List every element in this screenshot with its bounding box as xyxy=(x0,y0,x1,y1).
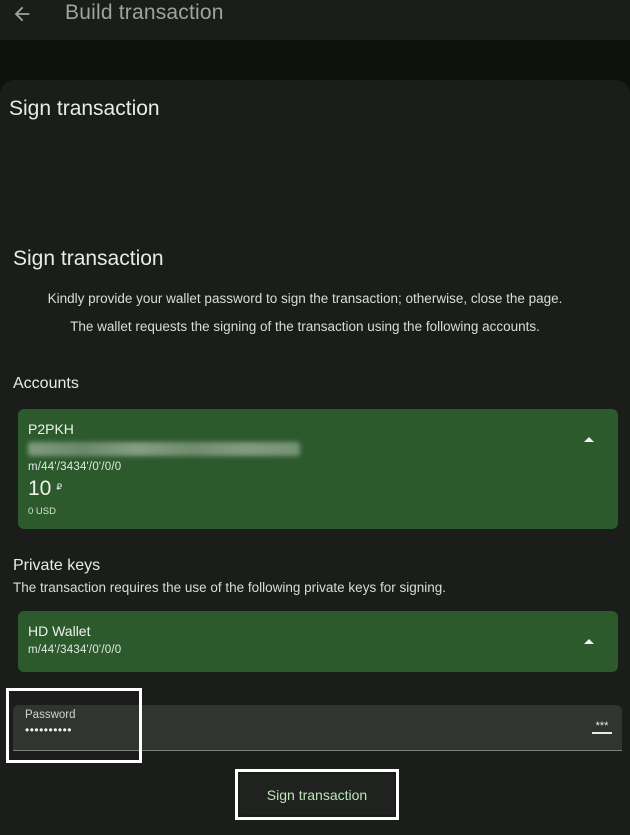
wallet-derivation-path: m/44'/3434'/0'/0/0 xyxy=(28,644,122,656)
sheet-title: Sign transaction xyxy=(9,97,160,120)
private-keys-heading: Private keys xyxy=(13,557,101,574)
wallet-card[interactable]: HD Wallet m/44'/3434'/0'/0/0 xyxy=(18,611,618,672)
account-card[interactable]: P2PKH m/44'/3434'/0'/0/0 10 ₽ 0 USD xyxy=(18,409,618,529)
private-keys-description: The transaction requires the use of the … xyxy=(13,580,446,595)
content-title: Sign transaction xyxy=(13,247,164,270)
reveal-stars: *** xyxy=(595,720,609,732)
back-button[interactable] xyxy=(8,0,36,28)
reveal-underline xyxy=(592,732,612,734)
page-title: Build transaction xyxy=(65,1,224,24)
reveal-password-icon[interactable]: *** xyxy=(590,718,614,738)
amount-value: 10 xyxy=(28,477,52,500)
account-type: P2PKH xyxy=(28,421,74,437)
account-derivation-path: m/44'/3434'/0'/0/0 xyxy=(28,461,122,473)
chevron-up-icon[interactable] xyxy=(582,432,596,446)
top-app-bar: Build transaction xyxy=(0,0,630,40)
password-input[interactable]: •••••••••• xyxy=(25,722,72,738)
wallet-name: HD Wallet xyxy=(28,623,91,639)
intro-text: Kindly provide your wallet password to s… xyxy=(47,291,563,306)
password-label: Password xyxy=(25,709,76,721)
account-amount: 10 ₽ xyxy=(28,477,62,501)
blurred-address xyxy=(28,442,300,456)
password-field[interactable]: Password •••••••••• *** xyxy=(13,705,622,751)
arrow-left-icon xyxy=(14,6,30,22)
currency-symbol: ₽ xyxy=(56,482,63,492)
accounts-intro-text: The wallet requests the signing of the t… xyxy=(70,319,540,334)
usd-value: 0 USD xyxy=(28,506,56,517)
chevron-up-icon[interactable] xyxy=(582,634,596,648)
sign-transaction-button[interactable]: Sign transaction xyxy=(240,774,394,815)
accounts-heading: Accounts xyxy=(13,375,79,392)
